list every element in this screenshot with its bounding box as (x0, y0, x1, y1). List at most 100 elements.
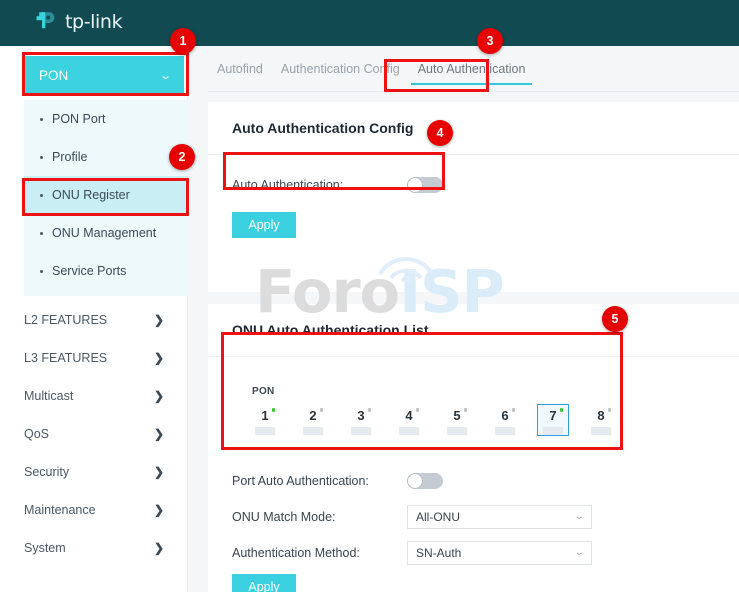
authentication-method-value: SN-Auth (416, 546, 462, 560)
port-base (303, 427, 323, 435)
chevron-right-icon: ❯ (153, 465, 164, 479)
apply-button-config[interactable]: Apply (232, 212, 296, 238)
sidebar-item-label: Profile (52, 150, 88, 164)
annotation-badge-3: 3 (477, 28, 503, 54)
bullet-icon (40, 231, 43, 235)
panel-title: Auto Authentication Config (232, 120, 414, 136)
auto-authentication-row: Auto Authentication: (232, 177, 443, 193)
tplink-logo-icon (36, 12, 55, 29)
sidebar-group-security[interactable]: Security ❯ (24, 453, 188, 491)
pon-port-2[interactable]: 2 (297, 404, 329, 436)
sidebar-group-label: Multicast (24, 389, 74, 403)
apply-button-list[interactable]: Apply (232, 574, 296, 592)
sidebar-item-onu-management[interactable]: ONU Management (24, 214, 188, 252)
port-auto-authentication-toggle[interactable] (407, 473, 443, 489)
port-number: 8 (597, 408, 605, 423)
tab-bar: Autofind Authentication Config Auto Auth… (208, 58, 739, 92)
chevron-right-icon: ❯ (153, 541, 164, 555)
chevron-right-icon: ❯ (153, 351, 164, 365)
port-number: 3 (357, 408, 365, 423)
pon-port-5[interactable]: 5 (441, 404, 473, 436)
sidebar-item-service-ports[interactable]: Service Ports (24, 252, 188, 290)
chevron-down-icon: ⌄ (573, 511, 585, 522)
chevron-right-icon: ❯ (153, 427, 164, 441)
pon-port-selector: 1 2 3 4 5 6 7 8 (249, 404, 633, 436)
port-auto-authentication-label: Port Auto Authentication: (232, 474, 369, 488)
toggle-knob (408, 474, 422, 488)
port-number: 1 (261, 408, 269, 423)
sidebar-group-l2-features[interactable]: L2 FEATURES ❯ (24, 301, 188, 339)
brand-name: tp-link (65, 11, 123, 33)
sidebar-group-label: L3 FEATURES (24, 351, 108, 365)
port-status-led-icon (319, 408, 323, 412)
bullet-icon (40, 155, 43, 159)
authentication-method-label: Authentication Method: (232, 546, 360, 560)
app-root: tp-link PON ⌄ PON Port Profile ONU Regis… (0, 0, 739, 592)
tab-autofind[interactable]: Autofind (208, 58, 272, 85)
sidebar-group-multicast[interactable]: Multicast ❯ (24, 377, 188, 415)
authentication-method-select[interactable]: SN-Auth ⌄ (407, 541, 592, 565)
app-header: tp-link (0, 0, 739, 46)
chevron-down-icon: ⌄ (573, 547, 585, 558)
sidebar-groups: L2 FEATURES ❯ L3 FEATURES ❯ Multicast ❯ … (24, 301, 188, 567)
chevron-right-icon: ❯ (153, 503, 164, 517)
bullet-icon (40, 117, 43, 121)
pon-port-1[interactable]: 1 (249, 404, 281, 436)
auto-authentication-config-panel: Auto Authentication Config Auto Authenti… (208, 102, 739, 292)
port-base (591, 427, 611, 435)
auto-authentication-toggle[interactable] (407, 177, 443, 193)
port-base (495, 427, 515, 435)
onu-auto-authentication-list-panel: ONU Auto Authentication List PON 1 2 3 4… (208, 304, 739, 592)
sidebar-group-system[interactable]: System ❯ (24, 529, 188, 567)
divider (208, 356, 739, 357)
annotation-badge-4: 4 (427, 120, 453, 146)
port-status-led-icon (367, 408, 371, 412)
sidebar-item-profile[interactable]: Profile (24, 138, 188, 176)
port-status-led-icon (415, 408, 419, 412)
sidebar-group-pon-label: PON (39, 67, 69, 83)
pon-port-7[interactable]: 7 (537, 404, 569, 436)
sidebar-item-label: PON Port (52, 112, 106, 126)
sidebar-submenu-pon: PON Port Profile ONU Register ONU Manage… (24, 100, 188, 296)
toggle-knob (408, 178, 422, 192)
pon-port-3[interactable]: 3 (345, 404, 377, 436)
pon-port-8[interactable]: 8 (585, 404, 617, 436)
authentication-method-row: Authentication Method: SN-Auth ⌄ (232, 541, 592, 565)
sidebar-group-qos[interactable]: QoS ❯ (24, 415, 188, 453)
sidebar: PON ⌄ PON Port Profile ONU Register ONU … (0, 46, 188, 592)
chevron-right-icon: ❯ (153, 313, 164, 327)
port-number: 2 (309, 408, 317, 423)
tab-auto-authentication[interactable]: Auto Authentication (409, 58, 535, 85)
onu-match-mode-label: ONU Match Mode: (232, 510, 336, 524)
onu-match-mode-row: ONU Match Mode: All-ONU ⌄ (232, 505, 592, 529)
chevron-right-icon: ❯ (153, 389, 164, 403)
sidebar-item-pon-port[interactable]: PON Port (24, 100, 188, 138)
port-status-led-icon (463, 408, 467, 412)
port-status-led-icon (607, 408, 611, 412)
brand-logo[interactable]: tp-link (34, 9, 123, 35)
sidebar-item-label: ONU Register (52, 188, 130, 202)
sidebar-group-pon[interactable]: PON ⌄ (24, 56, 184, 94)
tab-authentication-config[interactable]: Authentication Config (272, 58, 409, 85)
pon-section-label: PON (252, 386, 275, 397)
sidebar-group-label: Security (24, 465, 70, 479)
divider (208, 154, 739, 155)
sidebar-group-label: Maintenance (24, 503, 96, 517)
sidebar-group-maintenance[interactable]: Maintenance ❯ (24, 491, 188, 529)
port-status-led-icon (559, 408, 563, 412)
panel-title: ONU Auto Authentication List (232, 322, 429, 338)
auto-authentication-label: Auto Authentication: (232, 178, 344, 192)
sidebar-item-onu-register[interactable]: ONU Register (24, 176, 188, 214)
pon-port-4[interactable]: 4 (393, 404, 425, 436)
bullet-icon (40, 269, 43, 273)
port-base (255, 427, 275, 435)
port-base (543, 427, 563, 435)
port-number: 5 (453, 408, 461, 423)
sidebar-group-l3-features[interactable]: L3 FEATURES ❯ (24, 339, 188, 377)
sidebar-group-label: System (24, 541, 66, 555)
onu-match-mode-select[interactable]: All-ONU ⌄ (407, 505, 592, 529)
main-content: Autofind Authentication Config Auto Auth… (188, 46, 739, 592)
port-auto-authentication-row: Port Auto Authentication: (232, 473, 443, 489)
port-base (447, 427, 467, 435)
pon-port-6[interactable]: 6 (489, 404, 521, 436)
